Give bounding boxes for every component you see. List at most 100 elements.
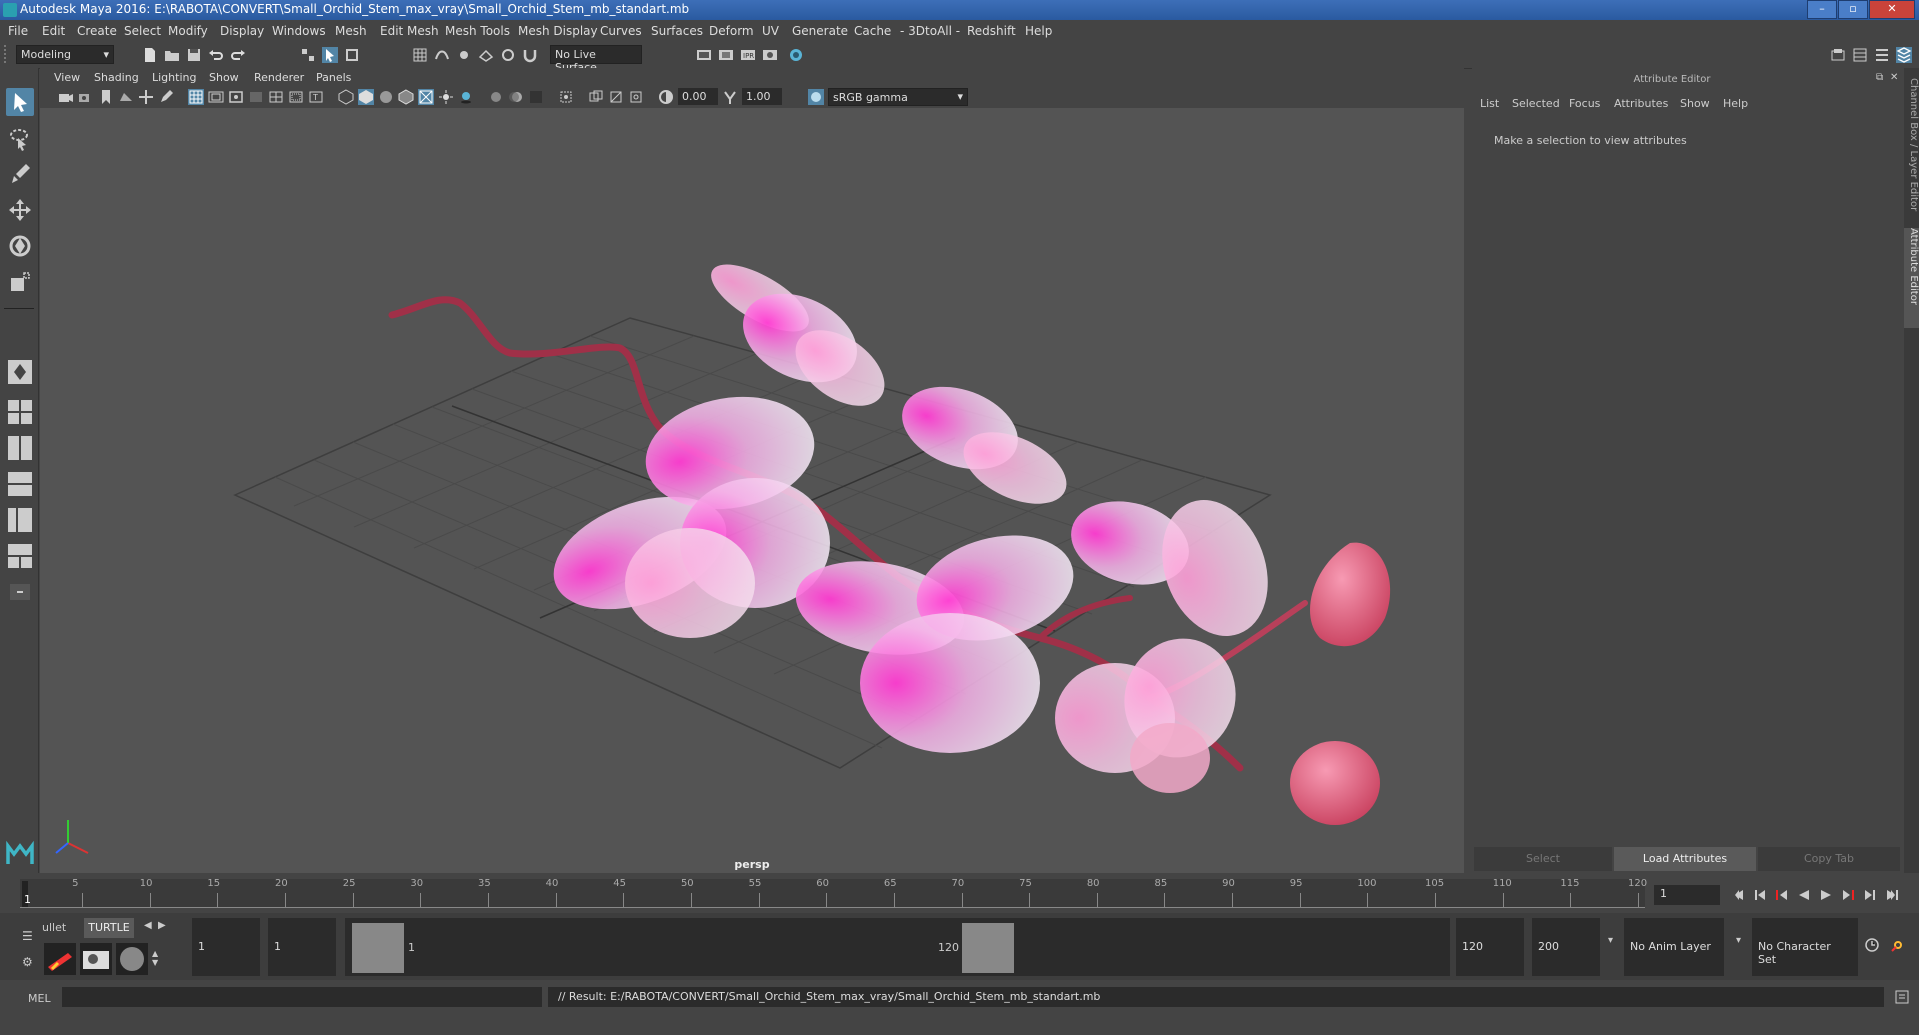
menu-cache[interactable]: Cache [854,24,891,38]
grease-pencil-icon[interactable] [158,89,174,105]
new-scene-icon[interactable] [142,47,158,63]
snap-to-view-plane-icon[interactable] [478,47,494,63]
shelf-settings-icon[interactable]: ⚙ [22,955,33,969]
select-tool-icon[interactable] [6,88,34,116]
make-live-icon[interactable] [500,47,516,63]
isolate-select-icon[interactable] [558,89,574,105]
menu-surfaces[interactable]: Surfaces [651,24,703,38]
shelf-tab-scroll-left-icon[interactable]: ◀ [144,920,152,931]
shelf-menu-icon[interactable]: ☰ [22,929,33,943]
menu-generate[interactable]: Generate [792,24,848,38]
field-chart-icon[interactable] [268,89,284,105]
close-panel-icon[interactable]: ✕ [1890,72,1902,84]
hypershade-layout-icon[interactable] [6,542,34,570]
anim-layer-dropdown[interactable]: No Anim Layer [1624,918,1724,976]
default-material-icon[interactable] [378,89,394,105]
shelf-scroll-icon[interactable]: ▲ ▼ [152,949,158,967]
panel-menu-lighting[interactable]: Lighting [152,71,196,84]
persp-graph-layout-icon[interactable] [6,506,34,534]
wireframe-icon[interactable] [338,89,354,105]
play-forwards-icon[interactable] [1818,887,1834,903]
ae-menu-help[interactable]: Help [1723,97,1748,110]
outliner-persp-layout-icon[interactable] [6,470,34,498]
grip-handle[interactable] [4,45,14,63]
ae-load-attributes-button[interactable]: Load Attributes [1614,847,1756,871]
collapse-toolbox-icon[interactable] [6,578,34,606]
menu-3dtoall[interactable]: - 3DtoAll - [900,24,960,38]
xray-icon[interactable] [588,89,604,105]
end-time-field[interactable]: 200 [1532,918,1600,976]
bookmark-icon[interactable] [98,89,114,105]
menu-create[interactable]: Create [77,24,117,38]
playback-start-field[interactable]: 1 [268,918,336,976]
gamma-icon[interactable] [722,89,738,105]
modeling-toolkit-icon[interactable] [1830,47,1846,63]
go-to-start-icon[interactable] [1730,887,1746,903]
perspective-viewport[interactable]: persp [40,108,1464,873]
range-slider-end-handle[interactable] [962,923,1014,973]
command-language-toggle[interactable]: MEL [28,992,51,1005]
snap-to-grid-icon[interactable] [412,47,428,63]
image-plane-icon[interactable] [118,89,134,105]
textured-icon[interactable] [418,89,434,105]
motion-blur-icon[interactable] [508,89,524,105]
four-pane-layout-icon[interactable] [6,398,34,426]
menu-file[interactable]: File [8,24,28,38]
menu-help[interactable]: Help [1025,24,1052,38]
save-scene-icon[interactable] [186,47,202,63]
step-forward-frame-icon[interactable] [1840,887,1856,903]
shelf-tab-turtle[interactable]: TURTLE [84,918,134,938]
minimize-button[interactable]: – [1807,0,1837,19]
screen-space-ao-icon[interactable] [488,89,504,105]
current-frame-field[interactable]: 1 [1654,885,1720,905]
shelf-tab-bullet[interactable]: ullet [40,918,86,938]
live-surface-field[interactable]: No Live Surface [550,45,642,74]
ae-select-button[interactable]: Select [1474,847,1612,871]
undo-icon[interactable] [208,47,224,63]
rotate-tool-icon[interactable] [6,232,34,260]
menu-windows[interactable]: Windows [272,24,326,38]
gamma-field[interactable]: 1.00 [742,88,782,105]
render-current-frame-icon[interactable] [718,47,734,63]
maximize-button[interactable]: ▫ [1838,0,1868,19]
safe-title-icon[interactable]: T [308,89,324,105]
wireframe-on-shaded-icon[interactable] [398,89,414,105]
menu-redshift[interactable]: Redshift [967,24,1016,38]
film-gate-icon[interactable] [208,89,224,105]
menu-mesh[interactable]: Mesh [335,24,367,38]
shadows-icon[interactable] [458,89,474,105]
start-time-field[interactable]: 1 [192,918,260,976]
select-by-object-icon[interactable] [322,47,338,63]
attribute-editor-toggle-icon[interactable] [1852,47,1868,63]
animation-preferences-icon[interactable] [1890,937,1906,953]
range-slider-track[interactable] [345,918,1450,976]
ae-menu-focus[interactable]: Focus [1569,97,1600,110]
character-set-dropdown[interactable]: No Character Set [1752,918,1858,976]
menu-select[interactable]: Select [124,24,161,38]
menu-edit-mesh[interactable]: Edit Mesh [380,24,439,38]
channel-box-icon[interactable] [1896,47,1912,63]
menu-mesh-tools[interactable]: Mesh Tools [445,24,510,38]
ae-menu-list[interactable]: List [1480,97,1499,110]
script-editor-icon[interactable] [1894,989,1910,1005]
scale-tool-icon[interactable] [6,268,34,296]
step-back-frame-icon[interactable] [1774,887,1790,903]
two-pane-side-layout-icon[interactable] [6,434,34,462]
ae-menu-selected[interactable]: Selected [1512,97,1560,110]
use-all-lights-icon[interactable] [438,89,454,105]
time-slider[interactable]: 1 5 10 15 20 25 30 35 40 45 50 55 60 65 70 75 80 85 90 95 1… [0,873,1919,913]
smooth-shade-icon[interactable] [358,89,374,105]
auto-key-icon[interactable] [1864,937,1880,953]
render-view-icon[interactable] [696,47,712,63]
move-tool-icon[interactable] [6,196,34,224]
close-button[interactable]: ✕ [1869,0,1915,19]
ae-menu-attributes[interactable]: Attributes [1614,97,1668,110]
lasso-tool-icon[interactable] [6,124,34,152]
menu-edit[interactable]: Edit [42,24,65,38]
play-backwards-icon[interactable] [1796,887,1812,903]
tool-settings-icon[interactable] [1874,47,1890,63]
select-by-component-icon[interactable] [344,47,360,63]
panel-menu-panels[interactable]: Panels [316,71,351,84]
command-input[interactable] [62,987,542,1007]
shelf-turtle-render-icon[interactable] [44,943,76,975]
